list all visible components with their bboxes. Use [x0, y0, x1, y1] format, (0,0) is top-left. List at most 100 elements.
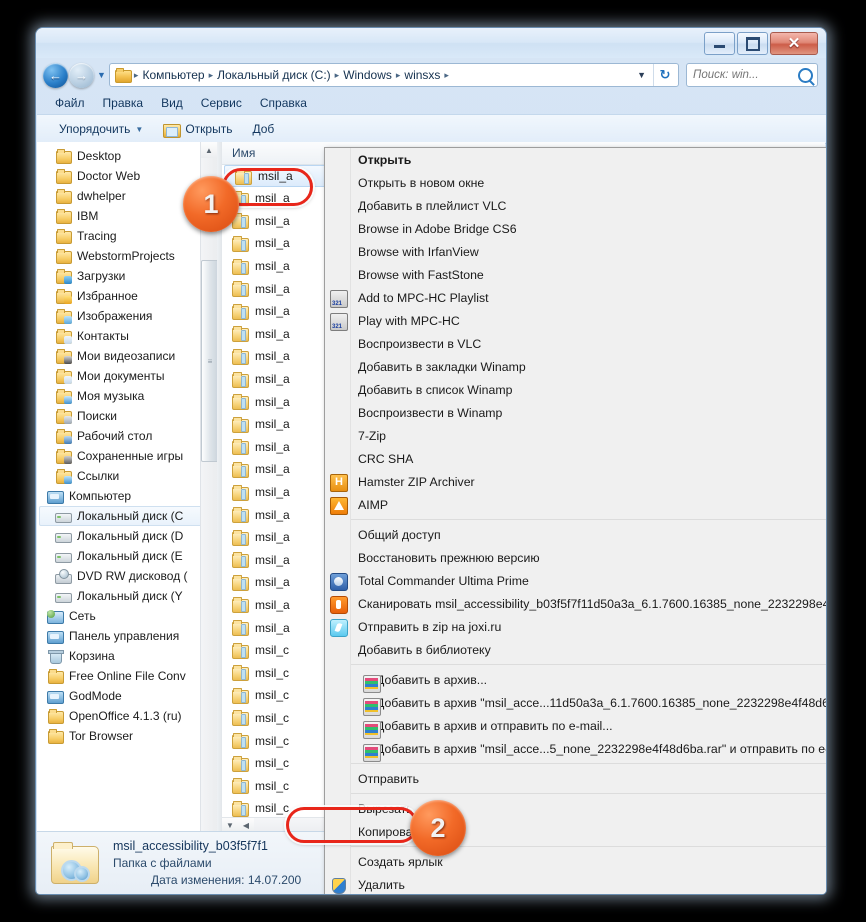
nav-scroll-up-button[interactable]: ▲ [201, 142, 217, 158]
nav-tree-item[interactable]: Избранное [37, 286, 217, 306]
nav-tree-item[interactable]: Локальный диск (D [37, 526, 217, 546]
close-button[interactable]: ✕ [770, 32, 818, 55]
nav-tree-item[interactable]: OpenOffice 4.1.3 (ru) [37, 706, 217, 726]
context-menu-item[interactable]: Добавить в архив "msil_acce...5_none_223… [325, 737, 826, 762]
menu-view[interactable]: Вид [152, 94, 192, 112]
nav-tree-item[interactable]: Desktop [37, 146, 217, 166]
context-menu-item[interactable]: Добавить в список Winamp [325, 378, 826, 401]
context-menu-item[interactable]: Воспроизвести в Winamp [325, 401, 826, 424]
nav-tree-item[interactable]: Tor Browser [37, 726, 217, 746]
menu-tools[interactable]: Сервис [192, 94, 251, 112]
scroll-left-button[interactable]: ◀ [238, 818, 254, 832]
context-menu-item[interactable]: Общий доступ [325, 523, 826, 546]
recent-pages-chevron-down-icon[interactable]: ▼ [97, 70, 106, 80]
folder-icon [231, 258, 249, 275]
nav-tree-item[interactable]: Контакты [37, 326, 217, 346]
context-menu-item[interactable]: Добавить в архив... [325, 668, 826, 693]
back-button[interactable]: ← [43, 62, 68, 88]
nav-scrollbar[interactable]: ▲ ≡ [200, 142, 217, 831]
nav-tree-item[interactable]: GodMode [37, 686, 217, 706]
breadcrumb-winsxs[interactable]: winsxs [401, 68, 443, 82]
search-input[interactable] [691, 68, 790, 82]
organize-button[interactable]: Упорядочить ▼ [49, 119, 153, 139]
nav-tree-item[interactable]: Локальный диск (C [39, 506, 215, 526]
menu-edit[interactable]: Правка [94, 94, 153, 112]
folder-icon [55, 409, 72, 424]
nav-tree-item[interactable]: Изображения [37, 306, 217, 326]
file-name-label: msil_a [255, 597, 290, 612]
nav-tree-item[interactable]: Рабочий стол [37, 426, 217, 446]
nav-tree-item[interactable]: Корзина [37, 646, 217, 666]
nav-tree-item[interactable]: Локальный диск (E [37, 546, 217, 566]
nav-tree-item[interactable]: Компьютер [37, 486, 217, 506]
context-menu-item[interactable]: Воспроизвести в VLC [325, 332, 826, 355]
address-chevron-down-icon[interactable]: ▼ [630, 70, 653, 80]
nav-tree-item[interactable]: WebstormProjects [37, 246, 217, 266]
open-button[interactable]: Открыть [153, 119, 242, 139]
nav-tree-item[interactable]: Поиски [37, 406, 217, 426]
context-menu-item[interactable]: Добавить в плейлист VLC [325, 194, 826, 217]
address-bar[interactable]: ▸ Компьютер ▸ Локальный диск (C:) ▸ Wind… [108, 63, 679, 87]
forward-button[interactable]: → [69, 62, 94, 88]
overlay-badge-icon [64, 376, 72, 384]
nav-tree-item[interactable]: Tracing [37, 226, 217, 246]
menu-help[interactable]: Справка [251, 94, 316, 112]
include-in-library-button[interactable]: Доб [242, 119, 284, 139]
nav-tree-item-label: Загрузки [77, 269, 126, 283]
context-menu-item[interactable]: Добавить в библиотеку [325, 638, 826, 661]
search-icon [798, 67, 813, 83]
refresh-icon[interactable]: ↻ [653, 64, 676, 86]
context-menu-item[interactable]: Browse with IrfanView [325, 240, 826, 263]
nav-tree-item[interactable]: Doctor Web [37, 166, 217, 186]
search-box[interactable] [686, 63, 818, 87]
context-menu-item[interactable]: Browse in Adobe Bridge CS6 [325, 217, 826, 240]
scroll-down-button[interactable]: ▼ [222, 818, 238, 832]
maximize-button[interactable] [737, 32, 768, 55]
context-menu-item[interactable]: AIMP [325, 493, 826, 516]
nav-tree-item[interactable]: Загрузки [37, 266, 217, 286]
nav-tree-item[interactable]: Моя музыка [37, 386, 217, 406]
nav-tree-item[interactable]: Ссылки [37, 466, 217, 486]
nav-tree-item[interactable]: Локальный диск (Y [37, 586, 217, 606]
context-menu-item[interactable]: Total Commander Ultima Prime [325, 569, 826, 592]
breadcrumb-computer[interactable]: Компьютер [139, 68, 207, 82]
folder-icon [231, 529, 249, 546]
context-menu-item[interactable]: Play with MPC-HC [325, 309, 826, 332]
context-menu-item[interactable]: Hamster ZIP Archiver [325, 470, 826, 493]
context-menu-item[interactable]: Add to MPC-HC Playlist [325, 286, 826, 309]
context-menu-item[interactable]: Открыть в новом окне [325, 171, 826, 194]
context-menu-item[interactable]: Отправить [325, 767, 826, 790]
context-menu-item[interactable]: Создать ярлык [325, 850, 826, 873]
context-menu-item[interactable]: Добавить в архив "msil_acce...11d50a3a_6… [325, 691, 826, 716]
context-menu-item[interactable]: CRC SHA [325, 447, 826, 470]
file-name-label: msil_a [255, 439, 290, 454]
context-menu-item[interactable]: Добавить в закладки Winamp [325, 355, 826, 378]
context-menu-item[interactable]: Сканировать msil_accessibility_b03f5f7f1… [325, 592, 826, 615]
folder-icon [55, 189, 72, 204]
minimize-button[interactable] [704, 32, 735, 55]
context-menu-item[interactable]: Удалить [325, 873, 826, 894]
context-menu-item[interactable]: Добавить в архив и отправить по e-mail..… [325, 714, 826, 739]
nav-tree-item[interactable]: DVD RW дисковод ( [37, 566, 217, 586]
nav-tree-item[interactable]: Сохраненные игры [37, 446, 217, 466]
breadcrumb-windows[interactable]: Windows [340, 68, 395, 82]
nav-tree-item[interactable]: Free Online File Conv [37, 666, 217, 686]
context-menu-item[interactable]: Browse with FastStone [325, 263, 826, 286]
nav-tree-item[interactable]: Мои документы [37, 366, 217, 386]
file-name-label: msil_a [255, 372, 290, 387]
nav-tree-item[interactable]: Мои видеозаписи [37, 346, 217, 366]
folder-icon [231, 800, 249, 817]
context-menu-item[interactable]: Отправить в zip на joxi.ru [325, 615, 826, 638]
file-name-label: msil_a [255, 530, 290, 545]
context-menu-item[interactable]: Восстановить прежнюю версию [325, 546, 826, 569]
context-menu-item[interactable]: Открыть [325, 148, 826, 171]
overlay-badge-icon [64, 416, 72, 424]
breadcrumb-local-disk-c[interactable]: Локальный диск (C:) [214, 68, 334, 82]
folder-icon [231, 620, 249, 637]
nav-scroll-thumb[interactable]: ≡ [201, 260, 217, 462]
context-menu-item[interactable]: 7-Zip [325, 424, 826, 447]
nav-tree-item[interactable]: Сеть [37, 606, 217, 626]
nav-tree-item[interactable]: Панель управления [37, 626, 217, 646]
overlay-badge-icon [64, 276, 72, 284]
menu-file[interactable]: Файл [46, 94, 94, 112]
